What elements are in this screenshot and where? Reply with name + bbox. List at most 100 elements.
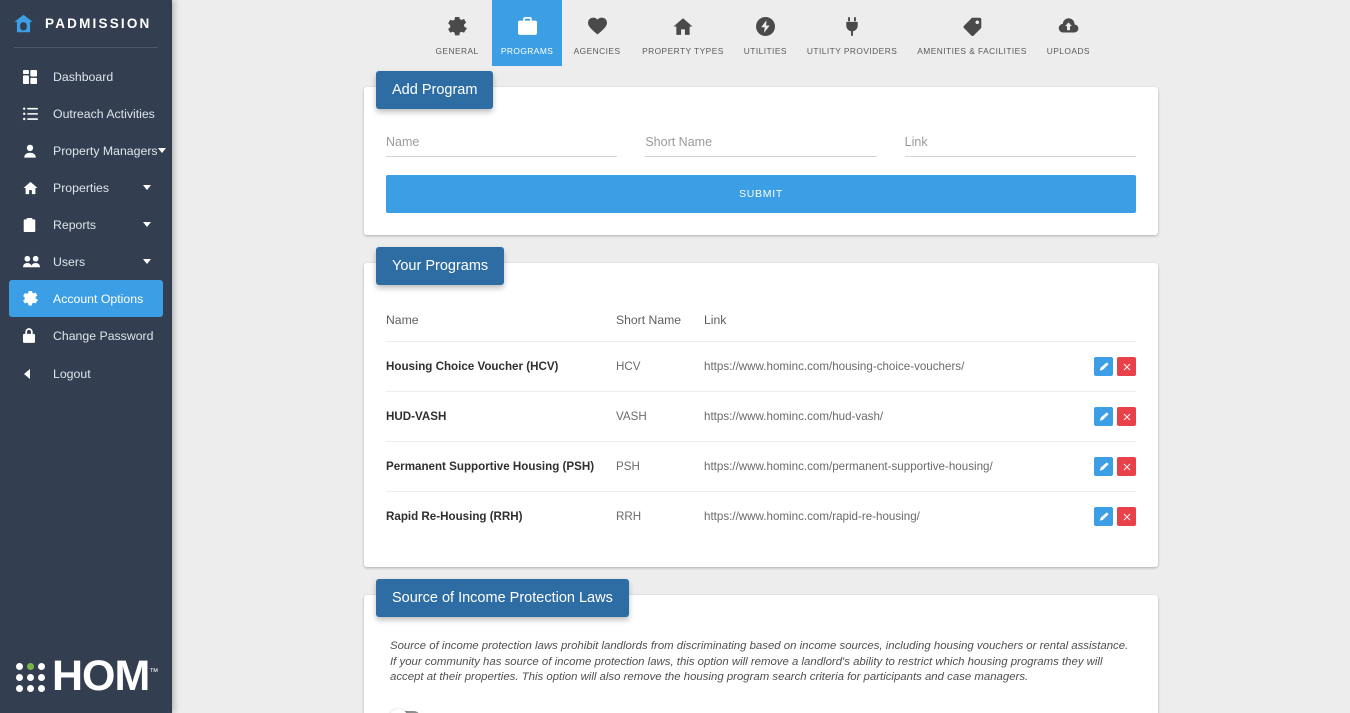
person-icon: [23, 144, 43, 158]
close-x-icon: [1122, 412, 1132, 422]
cell-name: Permanent Supportive Housing (PSH): [386, 441, 616, 492]
sidebar-item-label: Outreach Activities: [53, 106, 155, 121]
app-root: PADMISSION Dashboard Outreach Activities…: [0, 0, 1350, 713]
sidebar-item-label: Dashboard: [53, 69, 114, 84]
lock-icon: [23, 328, 43, 343]
sidebar: PADMISSION Dashboard Outreach Activities…: [0, 0, 172, 713]
hom-logo-word: HOM: [52, 652, 150, 701]
edit-button[interactable]: [1094, 357, 1113, 376]
sidebar-item-property-managers[interactable]: Property Managers: [9, 132, 166, 169]
source-of-income-title: Source of Income Protection Laws: [376, 579, 629, 617]
sidebar-item-properties[interactable]: Properties: [9, 169, 163, 206]
tab-property-types[interactable]: PROPERTY TYPES: [632, 0, 734, 66]
cell-name: Housing Choice Voucher (HCV): [386, 341, 616, 392]
chevron-down-icon: [143, 185, 151, 190]
link-input[interactable]: [904, 131, 1136, 157]
gear-icon: [23, 291, 43, 306]
chevron-down-icon: [157, 148, 166, 153]
sidebar-item-label: Property Managers: [53, 143, 158, 158]
delete-button[interactable]: [1117, 457, 1136, 476]
cards-container: Add Program SUBMIT Your Programs: [172, 71, 1350, 713]
cell-actions: [1076, 491, 1136, 541]
sidebar-item-account-options[interactable]: Account Options: [9, 280, 163, 317]
delete-button[interactable]: [1117, 357, 1136, 376]
cell-short-name: VASH: [616, 391, 704, 442]
hom-logo: HOM™: [16, 655, 172, 698]
brand[interactable]: PADMISSION: [0, 0, 172, 47]
cell-link: https://www.hominc.com/housing-choice-vo…: [704, 341, 1076, 392]
column-header-actions: [1076, 307, 1136, 342]
row-actions: [1076, 507, 1136, 526]
tab-list: GENERAL PROGRAMS AGENCIES PROPERTY TYPES…: [422, 0, 1100, 66]
settings-tabbar: GENERAL PROGRAMS AGENCIES PROPERTY TYPES…: [172, 0, 1350, 66]
tab-general[interactable]: GENERAL: [422, 0, 492, 66]
dashboard-grid-icon: [23, 69, 43, 84]
delete-button[interactable]: [1117, 507, 1136, 526]
close-x-icon: [1122, 362, 1132, 372]
cell-name: Rapid Re-Housing (RRH): [386, 491, 616, 541]
bolt-icon: [755, 13, 775, 39]
tab-utilities[interactable]: UTILITIES: [734, 0, 797, 66]
tab-label: PROPERTY TYPES: [642, 46, 724, 56]
tab-label: AGENCIES: [573, 46, 621, 56]
row-actions: [1076, 357, 1136, 376]
submit-button[interactable]: SUBMIT: [386, 175, 1136, 213]
sidebar-item-label: Users: [53, 254, 86, 269]
sidebar-item-dashboard[interactable]: Dashboard: [9, 58, 163, 95]
plug-icon: [845, 13, 859, 39]
cell-name: HUD-VASH: [386, 391, 616, 442]
gear-icon: [447, 13, 467, 39]
home-icon: [673, 13, 693, 39]
heart-icon: [587, 13, 607, 39]
main-content: GENERAL PROGRAMS AGENCIES PROPERTY TYPES…: [172, 0, 1350, 713]
cell-short-name: PSH: [616, 441, 704, 492]
table-row: HUD-VASH VASH https://www.hominc.com/hud…: [386, 391, 1136, 442]
nine-dot-grid-icon: [16, 663, 45, 692]
table-row: Permanent Supportive Housing (PSH) PSH h…: [386, 441, 1136, 492]
clipboard-icon: [23, 217, 43, 232]
tab-utility-providers[interactable]: UTILITY PROVIDERS: [797, 0, 907, 66]
edit-button[interactable]: [1094, 457, 1113, 476]
house-logo-icon: [13, 13, 34, 34]
tab-label: PROGRAMS: [500, 46, 554, 56]
add-program-form: [386, 131, 1136, 157]
tab-programs[interactable]: PROGRAMS: [492, 0, 563, 66]
sidebar-item-label: Account Options: [53, 291, 144, 306]
tab-amenities-facilities[interactable]: AMENITIES & FACILITIES: [907, 0, 1037, 66]
tab-agencies[interactable]: AGENCIES: [562, 0, 632, 66]
edit-button[interactable]: [1094, 507, 1113, 526]
chevron-down-icon: [143, 259, 151, 264]
sidebar-item-label: Change Password: [53, 328, 154, 343]
tab-uploads[interactable]: UPLOADS: [1037, 0, 1100, 66]
tab-label: AMENITIES & FACILITIES: [917, 46, 1027, 56]
table-row: Housing Choice Voucher (HCV) HCV https:/…: [386, 341, 1136, 392]
cell-short-name: RRH: [616, 491, 704, 541]
table-header-row: Name Short Name Link: [386, 307, 1136, 342]
briefcase-icon: [517, 13, 537, 39]
sidebar-item-label: Logout: [53, 366, 91, 381]
tab-label: UTILITY PROVIDERS: [806, 46, 898, 56]
sidebar-divider: [14, 47, 158, 48]
chevron-down-icon: [143, 222, 151, 227]
name-input[interactable]: [386, 131, 618, 157]
pencil-icon: [1099, 411, 1109, 422]
sidebar-item-label: Properties: [53, 180, 110, 195]
programs-table-body: Housing Choice Voucher (HCV) HCV https:/…: [386, 341, 1136, 541]
cell-short-name: HCV: [616, 341, 704, 392]
edit-button[interactable]: [1094, 407, 1113, 426]
sidebar-item-reports[interactable]: Reports: [9, 206, 163, 243]
hom-logo-text: HOM™: [52, 655, 158, 698]
sidebar-item-change-password[interactable]: Change Password: [9, 317, 163, 354]
sidebar-item-logout[interactable]: Logout: [9, 355, 163, 392]
delete-button[interactable]: [1117, 407, 1136, 426]
source-of-income-description: Source of income protection laws prohibi…: [390, 640, 1129, 684]
cell-link: https://www.hominc.com/rapid-re-housing/: [704, 491, 1076, 541]
cell-link: https://www.hominc.com/hud-vash/: [704, 391, 1076, 442]
tab-label: UPLOADS: [1046, 46, 1090, 56]
sidebar-item-users[interactable]: Users: [9, 243, 163, 280]
pencil-icon: [1099, 361, 1109, 372]
table-row: Rapid Re-Housing (RRH) RRH https://www.h…: [386, 491, 1136, 541]
sidebar-item-outreach-activities[interactable]: Outreach Activities: [9, 95, 163, 132]
tab-label: GENERAL: [435, 46, 479, 56]
short-name-input[interactable]: [645, 131, 877, 157]
